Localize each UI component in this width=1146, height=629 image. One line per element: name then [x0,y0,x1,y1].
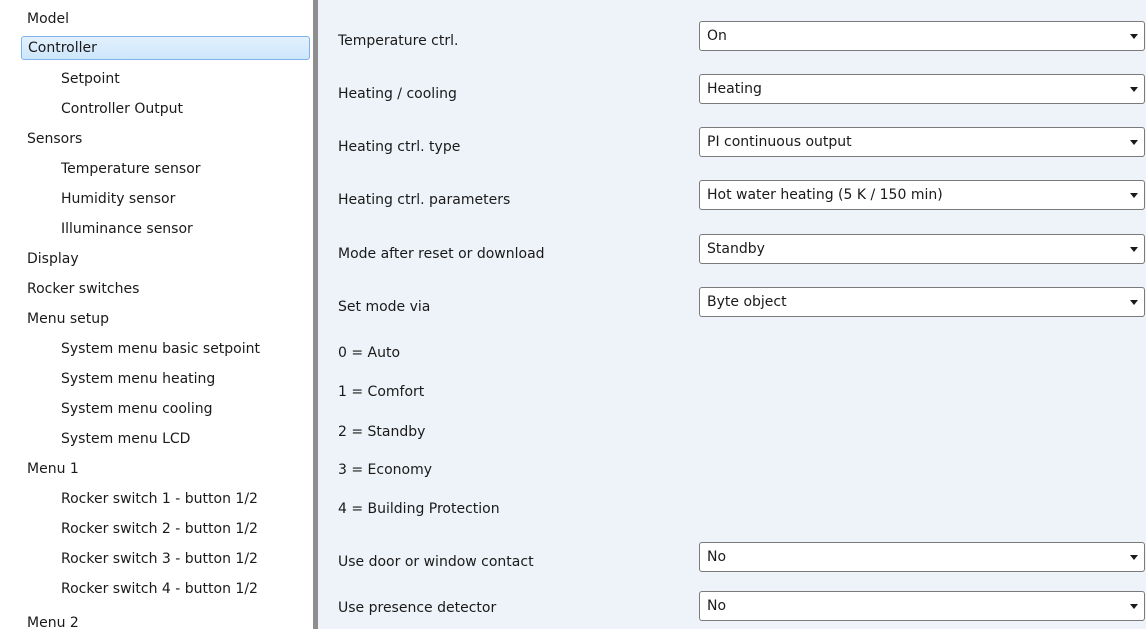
tree-item-temperature-sensor[interactable]: Temperature sensor [61,158,201,182]
chevron-down-icon [1130,300,1138,305]
presence-detector-select[interactable]: No [699,591,1145,621]
set-mode-via-select[interactable]: Byte object [699,287,1145,317]
heating-ctrl-parameters-label: Heating ctrl. parameters [338,192,511,208]
presence-detector-label: Use presence detector [338,600,497,616]
app-window: Model Controller Setpoint Controller Out… [0,0,1146,629]
heating-ctrl-type-value: PI continuous output [707,134,852,150]
tree-item-illuminance-sensor[interactable]: Illuminance sensor [61,218,193,242]
mode-info-economy: 3 = Economy [338,462,433,478]
chevron-down-icon [1130,87,1138,92]
chevron-down-icon [1130,34,1138,39]
heating-ctrl-parameters-value: Hot water heating (5 K / 150 min) [707,187,943,203]
tree-item-setpoint[interactable]: Setpoint [61,68,120,92]
chevron-down-icon [1130,140,1138,145]
tree-item-sensors[interactable]: Sensors [27,128,82,152]
heating-ctrl-type-label: Heating ctrl. type [338,139,461,155]
temperature-ctrl-select[interactable]: On [699,21,1145,51]
tree-item-system-menu-lcd[interactable]: System menu LCD [61,428,190,452]
tree-item-rocker-switches[interactable]: Rocker switches [27,278,139,302]
parameter-pane: Temperature ctrl. On Heating / cooling H… [318,0,1146,629]
set-mode-via-value: Byte object [707,294,787,310]
door-window-contact-select[interactable]: No [699,542,1145,572]
tree-item-rocker-switch-4[interactable]: Rocker switch 4 - button 1/2 [61,578,258,602]
tree-item-humidity-sensor[interactable]: Humidity sensor [61,188,175,212]
heating-cooling-select[interactable]: Heating [699,74,1145,104]
tree-item-display[interactable]: Display [27,248,79,272]
tree-item-menu-setup[interactable]: Menu setup [27,308,109,332]
tree-item-rocker-switch-3[interactable]: Rocker switch 3 - button 1/2 [61,548,258,572]
chevron-down-icon [1130,247,1138,252]
set-mode-via-label: Set mode via [338,299,431,315]
mode-info-auto: 0 = Auto [338,345,401,361]
tree-item-system-menu-heating[interactable]: System menu heating [61,368,215,392]
mode-info-standby: 2 = Standby [338,424,426,440]
presence-detector-value: No [707,598,727,614]
heating-ctrl-type-select[interactable]: PI continuous output [699,127,1145,157]
tree-item-rocker-switch-2[interactable]: Rocker switch 2 - button 1/2 [61,518,258,542]
mode-info-comfort: 1 = Comfort [338,384,425,400]
heating-ctrl-parameters-select[interactable]: Hot water heating (5 K / 150 min) [699,180,1145,210]
door-window-contact-value: No [707,549,727,565]
chevron-down-icon [1130,604,1138,609]
tree-item-system-menu-basic-setpoint[interactable]: System menu basic setpoint [61,338,260,362]
tree-item-controller[interactable]: Controller [21,36,310,60]
mode-after-reset-value: Standby [707,241,765,257]
chevron-down-icon [1130,193,1138,198]
tree-item-system-menu-cooling[interactable]: System menu cooling [61,398,212,422]
heating-cooling-value: Heating [707,81,762,97]
mode-info-building-protection: 4 = Building Protection [338,501,500,517]
parameter-tree: Model Controller Setpoint Controller Out… [0,0,313,629]
mode-after-reset-select[interactable]: Standby [699,234,1145,264]
mode-after-reset-label: Mode after reset or download [338,246,545,262]
door-window-contact-label: Use door or window contact [338,554,534,570]
tree-item-rocker-switch-1[interactable]: Rocker switch 1 - button 1/2 [61,488,258,512]
temperature-ctrl-value: On [707,28,727,44]
temperature-ctrl-label: Temperature ctrl. [338,33,459,49]
tree-item-menu-1[interactable]: Menu 1 [27,458,79,482]
tree-item-model[interactable]: Model [27,8,69,32]
chevron-down-icon [1130,555,1138,560]
tree-item-controller-output[interactable]: Controller Output [61,98,183,122]
tree-item-menu-2[interactable]: Menu 2 [27,612,79,629]
heating-cooling-label: Heating / cooling [338,86,457,102]
